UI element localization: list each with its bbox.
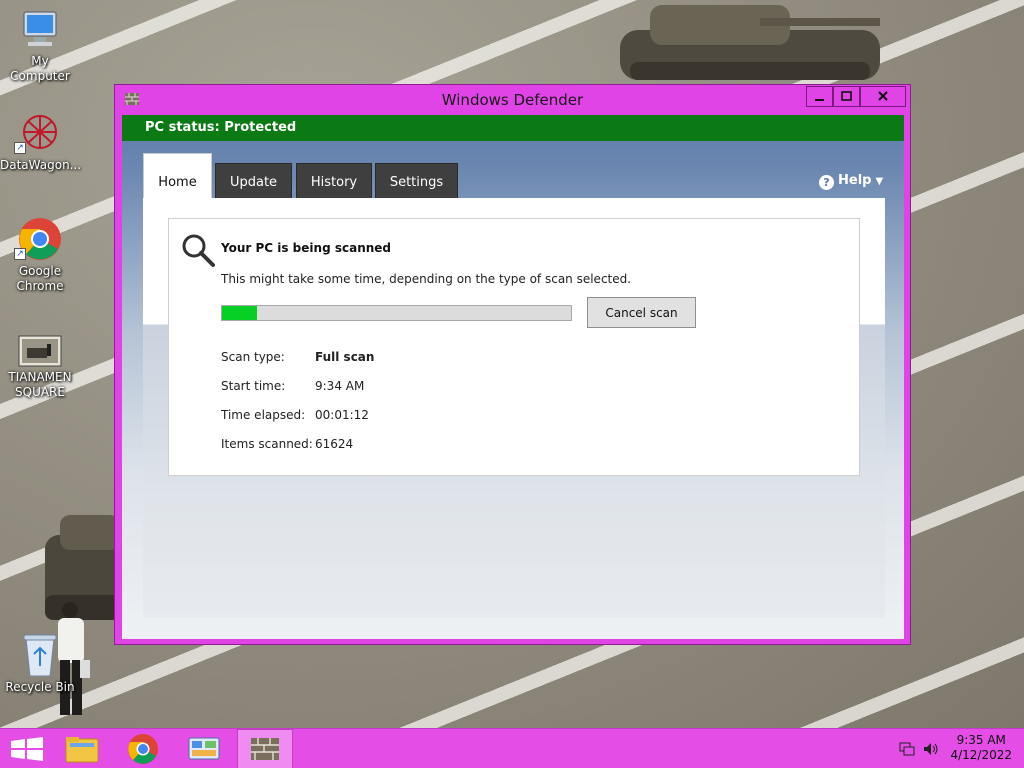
scan-title: Your PC is being scanned: [221, 241, 392, 255]
chrome-icon: [128, 734, 158, 764]
help-menu[interactable]: ? Help ▼: [819, 173, 883, 190]
close-button[interactable]: [860, 86, 906, 107]
start-time-label: Start time:: [221, 379, 286, 393]
shortcut-arrow-icon: ↗: [14, 248, 26, 260]
minimize-button[interactable]: [806, 86, 833, 107]
desktop-icon-label: Recycle Bin: [5, 680, 75, 694]
tab-settings[interactable]: Settings: [375, 163, 458, 198]
start-time-value: 9:34 AM: [315, 379, 365, 393]
window-title: Windows Defender: [441, 91, 584, 109]
desktop-icon-label: My Computer: [10, 54, 70, 83]
computer-icon: [23, 11, 57, 46]
scan-description: This might take some time, depending on …: [221, 272, 632, 286]
control-panel-icon: [188, 737, 220, 760]
items-scanned-label: Items scanned:: [221, 437, 313, 451]
scan-panel: Your PC is being scanned This might take…: [168, 218, 860, 476]
maximize-icon: [841, 91, 852, 101]
scan-type-label: Scan type:: [221, 350, 285, 364]
windows-defender-window: Windows Defender PC status: Protected Ho…: [114, 84, 911, 645]
pc-status-bar: PC status: Protected: [122, 115, 904, 141]
recycle-bin-icon: [23, 634, 57, 677]
tab-update[interactable]: Update: [215, 163, 292, 198]
taskbar-windows-defender[interactable]: [237, 729, 293, 768]
items-scanned-value: 61624: [315, 437, 354, 451]
desktop-icon-label: TIANAMEN SQUARE: [8, 370, 72, 399]
taskbar-file-explorer[interactable]: [54, 729, 110, 768]
minimize-icon: [815, 99, 824, 101]
desktop-icon-recycle-bin[interactable]: Recycle Bin: [0, 632, 80, 695]
desktop-icon-my-computer[interactable]: My Computer: [0, 8, 80, 84]
time-elapsed-label: Time elapsed:: [221, 408, 306, 422]
maximize-button[interactable]: [833, 86, 860, 107]
system-clock[interactable]: 9:35 AM 4/12/2022: [950, 733, 1012, 763]
scan-type-value: Full scan: [315, 350, 375, 364]
cancel-scan-button[interactable]: Cancel scan: [587, 297, 696, 328]
close-icon: [878, 91, 888, 101]
windows-logo-icon: [11, 737, 43, 761]
windows-defender-icon: [251, 738, 279, 760]
volume-icon[interactable]: [922, 741, 940, 757]
help-icon: ?: [819, 175, 834, 190]
desktop-icon-google-chrome[interactable]: ↗ Google Chrome: [0, 216, 80, 294]
desktop-icon-datawagon[interactable]: ↗ DataWagon...: [0, 112, 82, 173]
taskbar-chrome[interactable]: [115, 729, 171, 768]
tab-history[interactable]: History: [296, 163, 372, 198]
tank-top-image: [620, 5, 880, 80]
scan-progress-fill: [222, 306, 257, 320]
file-explorer-icon: [65, 737, 99, 763]
clock-date: 4/12/2022: [950, 748, 1012, 762]
help-label: Help: [838, 173, 872, 188]
taskbar: 9:35 AM 4/12/2022: [0, 728, 1024, 768]
desktop-icon-tianamen-square[interactable]: TIANAMEN SQUARE: [0, 334, 80, 400]
tab-home[interactable]: Home: [143, 153, 212, 198]
desktop-icon-label: DataWagon...: [0, 158, 82, 172]
magnifier-icon: [182, 234, 215, 267]
desktop-icon-label: Google Chrome: [16, 264, 64, 293]
clock-time: 9:35 AM: [956, 733, 1006, 747]
time-elapsed-value: 00:01:12: [315, 408, 369, 422]
image-file-icon: [18, 335, 62, 367]
start-button[interactable]: [0, 729, 56, 768]
network-icon[interactable]: [898, 741, 916, 757]
title-bar[interactable]: Windows Defender: [115, 85, 910, 115]
defender-client-area: PC status: Protected Home Update History…: [122, 115, 904, 639]
taskbar-control-panel[interactable]: [176, 729, 232, 768]
scan-progress-bar: [221, 305, 572, 321]
chevron-down-icon: ▼: [875, 176, 884, 187]
home-tab-content: Your PC is being scanned This might take…: [143, 198, 885, 618]
shortcut-arrow-icon: ↗: [14, 142, 26, 154]
